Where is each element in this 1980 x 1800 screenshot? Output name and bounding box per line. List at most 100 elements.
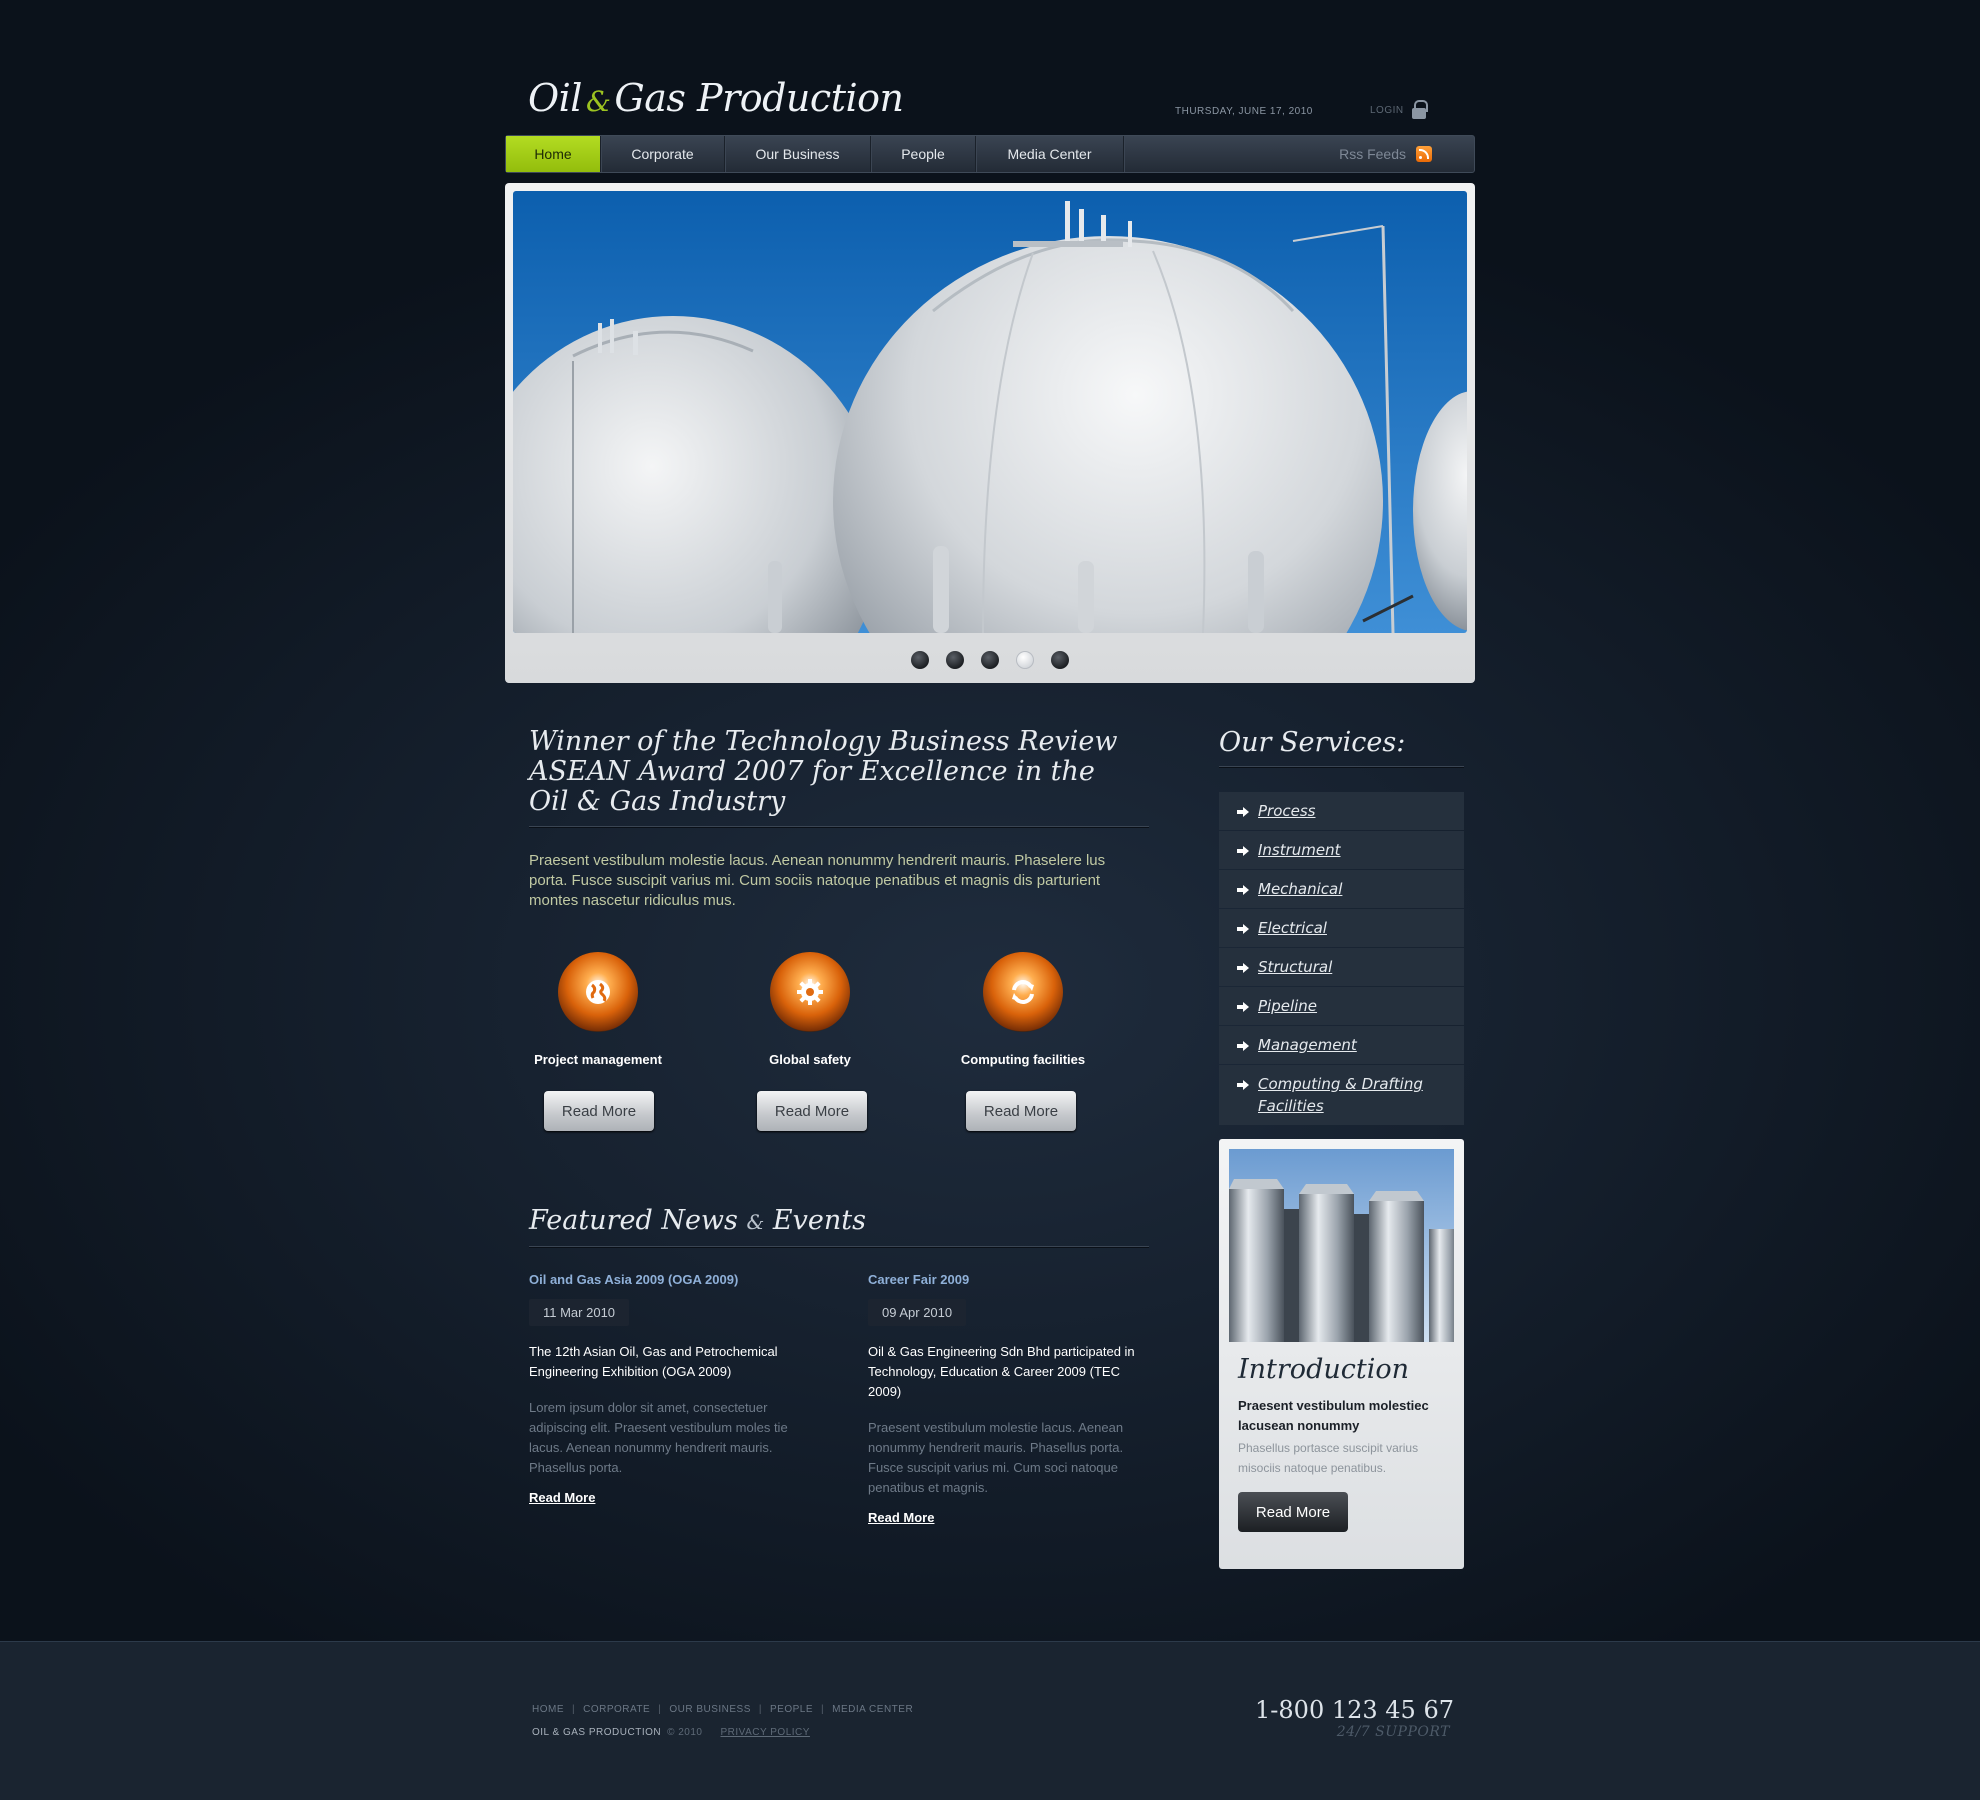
rss-label: Rss Feeds	[1339, 146, 1406, 162]
service-label: Mechanical	[1258, 880, 1343, 898]
intro-paragraph: Praesent vestibulum molestie lacus. Aene…	[529, 852, 1106, 909]
feature-title: Project management	[534, 1052, 662, 1067]
nav-our-business[interactable]: Our Business	[725, 136, 871, 172]
news-item-title[interactable]: Oil and Gas Asia 2009 (OGA 2009)	[529, 1272, 799, 1287]
logo-oil: Oil	[528, 76, 582, 120]
project-management-read-more-button[interactable]: Read More	[544, 1091, 654, 1131]
lock-icon	[1411, 100, 1428, 120]
login-label: LOGIN	[1370, 104, 1404, 116]
service-label: Management	[1258, 1036, 1357, 1054]
award-headline: Winner of the Technology Business Review…	[529, 726, 1118, 817]
arrow-right-icon	[1237, 963, 1249, 973]
news-item: Career Fair 2009 09 Apr 2010 Oil & Gas E…	[868, 1272, 1138, 1527]
news-read-more-link[interactable]: Read More	[868, 1510, 934, 1525]
nav-media-center[interactable]: Media Center	[976, 136, 1124, 172]
support-phone: 1-800 123 45 67	[1255, 1696, 1454, 1724]
login-link[interactable]: LOGIN	[1370, 100, 1428, 120]
footer-separator: |	[758, 1704, 763, 1715]
footer-link-corporate[interactable]: CORPORATE	[583, 1704, 650, 1715]
main-nav: Home Corporate Our Business People Media…	[505, 135, 1475, 173]
news-item-lead: Oil & Gas Engineering Sdn Bhd participat…	[868, 1344, 1135, 1399]
page: Oil & Gas Production THURSDAY, JUNE 17, 20…	[0, 0, 1980, 1800]
global-safety-read-more-button[interactable]: Read More	[757, 1091, 867, 1131]
slider-dot-5[interactable]	[1051, 651, 1069, 669]
introduction-text: Phasellus portasce suscipit varius misoc…	[1238, 1441, 1419, 1475]
hero-image-gas-tanks	[513, 191, 1467, 633]
slider-dot-2[interactable]	[946, 651, 964, 669]
support-label: 24/7 SUPPORT	[1336, 1724, 1450, 1740]
slider-pagination	[505, 651, 1475, 669]
news-item-body: Praesent vestibulum molestie lacus. Aene…	[868, 1420, 1124, 1495]
arrow-right-icon	[1237, 1002, 1249, 1012]
service-item-pipeline[interactable]: Pipeline	[1219, 987, 1464, 1025]
services-title: Our Services:	[1219, 727, 1406, 758]
featured-news-title: Featured News & Events	[529, 1205, 866, 1236]
footer-link-our-business[interactable]: OUR BUSINESS	[669, 1704, 751, 1715]
service-item-mechanical[interactable]: Mechanical	[1219, 870, 1464, 908]
computing-facilities-read-more-button[interactable]: Read More	[966, 1091, 1076, 1131]
slider-dot-3[interactable]	[981, 651, 999, 669]
news-title-amp: &	[746, 1210, 765, 1234]
arrow-right-icon	[1237, 1080, 1249, 1090]
logo-rest: Gas Production	[614, 76, 904, 120]
slider-dot-4[interactable]	[1016, 651, 1034, 669]
privacy-policy-link[interactable]: PRIVACY POLICY	[721, 1727, 810, 1738]
header-date: THURSDAY, JUNE 17, 2010	[1175, 106, 1313, 117]
gear-icon[interactable]	[770, 952, 850, 1032]
news-divider	[529, 1246, 1149, 1247]
news-item-body: Lorem ipsum dolor sit amet, consectetuer…	[529, 1400, 788, 1475]
footer-separator: |	[658, 1704, 662, 1715]
feature-title: Global safety	[769, 1052, 851, 1067]
storage-silos-image	[1229, 1149, 1454, 1342]
service-label: Computing & Drafting Facilities	[1258, 1075, 1423, 1115]
footer-nav: HOME | CORPORATE | OUR BUSINESS | PEOPLE | M…	[532, 1704, 913, 1715]
arrow-right-icon	[1237, 807, 1249, 817]
news-title-b: Events	[772, 1205, 866, 1236]
nav-corporate[interactable]: Corporate	[601, 136, 725, 172]
feature-computing-facilities: Computing facilities	[943, 952, 1103, 1067]
service-label: Electrical	[1258, 919, 1327, 937]
feature-title: Computing facilities	[960, 1052, 1086, 1067]
logo-ampersand: &	[585, 85, 611, 118]
services-list: Process Instrument Mechanical Electrical…	[1219, 792, 1464, 1126]
footer-link-home[interactable]: HOME	[532, 1704, 564, 1715]
service-item-computing-drafting[interactable]: Computing & Drafting Facilities	[1219, 1065, 1464, 1125]
service-item-electrical[interactable]: Electrical	[1219, 909, 1464, 947]
introduction-bold-text: Praesent vestibulum molestiec lacusean n…	[1238, 1398, 1429, 1433]
rss-icon	[1416, 146, 1432, 162]
footer-link-media-center[interactable]: MEDIA CENTER	[832, 1704, 913, 1715]
headline-divider	[529, 826, 1149, 827]
service-item-management[interactable]: Management	[1219, 1026, 1464, 1064]
footer-link-people[interactable]: PEOPLE	[770, 1704, 813, 1715]
rss-feeds-link[interactable]: Rss Feeds	[1339, 146, 1432, 162]
arrow-right-icon	[1237, 885, 1249, 895]
news-item-lead: The 12th Asian Oil, Gas and Petrochemica…	[529, 1344, 778, 1379]
footer-separator: |	[821, 1704, 825, 1715]
footer-brand: OIL & GAS PRODUCTION	[532, 1727, 662, 1738]
service-label: Pipeline	[1258, 997, 1318, 1015]
nav-home[interactable]: Home	[506, 136, 601, 172]
nav-people[interactable]: People	[871, 136, 976, 172]
footer-separator: |	[572, 1704, 576, 1715]
arrow-right-icon	[1237, 924, 1249, 934]
news-item-title[interactable]: Career Fair 2009	[868, 1272, 1138, 1287]
service-item-structural[interactable]: Structural	[1219, 948, 1464, 986]
arrow-right-icon	[1237, 846, 1249, 856]
news-item: Oil and Gas Asia 2009 (OGA 2009) 11 Mar …	[529, 1272, 799, 1507]
globe-icon[interactable]	[558, 952, 638, 1032]
service-item-process[interactable]: Process	[1219, 792, 1464, 830]
slider-dot-1[interactable]	[911, 651, 929, 669]
footer: HOME | CORPORATE | OUR BUSINESS | PEOPLE | M…	[0, 1641, 1980, 1800]
hero-slider	[505, 183, 1475, 683]
site-logo[interactable]: Oil & Gas Production	[528, 76, 904, 120]
feature-global-safety: Global safety	[730, 952, 890, 1067]
refresh-icon[interactable]	[983, 952, 1063, 1032]
introduction-box: Introduction Praesent vestibulum molesti…	[1219, 1139, 1464, 1569]
introduction-read-more-button[interactable]: Read More	[1238, 1492, 1348, 1532]
footer-copyright: OIL & GAS PRODUCTION © 2010 PRIVACY POLI…	[532, 1727, 810, 1738]
service-label: Process	[1258, 802, 1316, 820]
service-item-instrument[interactable]: Instrument	[1219, 831, 1464, 869]
services-divider	[1219, 766, 1464, 767]
service-label: Instrument	[1258, 841, 1341, 859]
news-read-more-link[interactable]: Read More	[529, 1490, 595, 1505]
